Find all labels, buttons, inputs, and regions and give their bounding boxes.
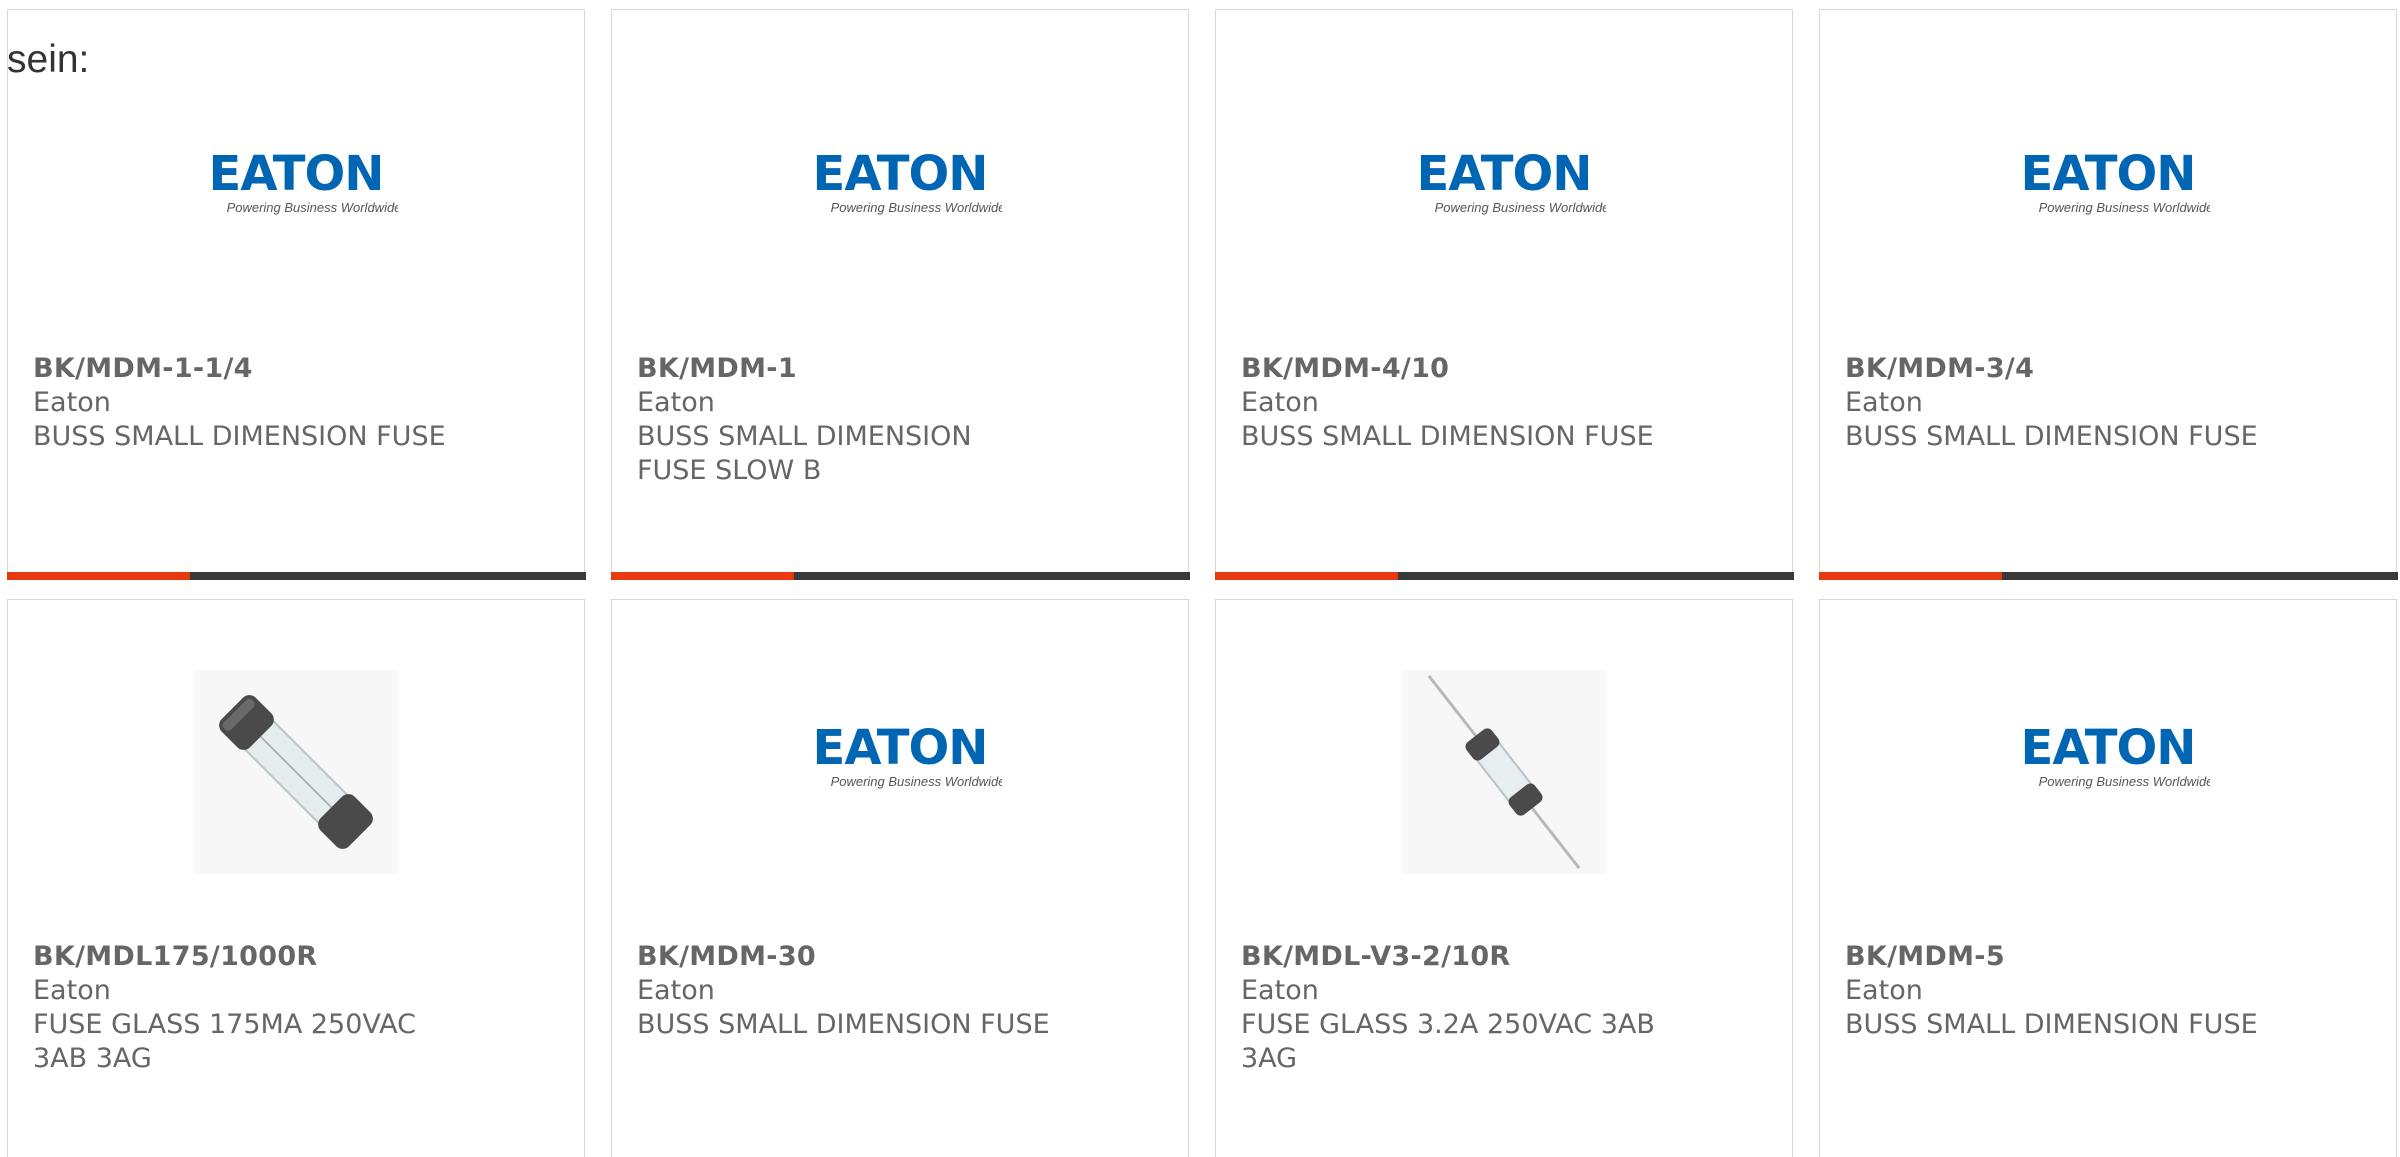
product-info: BK/MDL-V3-2/10R Eaton FUSE GLASS 3.2A 25… xyxy=(1241,940,1671,1076)
eaton-logo-icon: EATON Powering Business Worldwide xyxy=(798,720,1005,792)
product-image: EATON Powering Business Worldwide xyxy=(2006,136,2213,340)
product-image: EATON Powering Business Worldwide xyxy=(194,136,401,340)
svg-text:EATON: EATON xyxy=(2021,726,2196,776)
product-grid-page: sein: EATON Powering Business Worldwide … xyxy=(0,0,2400,1157)
brand: Eaton xyxy=(1845,387,1923,418)
product-card[interactable]: BK/MDL175/1000R Eaton FUSE GLASS 175MA 2… xyxy=(7,599,585,1157)
card-accent xyxy=(1818,571,2002,580)
svg-text:Powering Business Worldwide: Powering Business Worldwide xyxy=(2039,200,2210,215)
brand: Eaton xyxy=(33,387,111,418)
axial-glass-fuse-icon xyxy=(1402,670,1606,874)
product-image xyxy=(1402,670,1606,874)
description: BUSS SMALL DIMENSION FUSE xyxy=(1845,1009,2258,1040)
part-number[interactable]: BK/MDM-4/10 xyxy=(1241,352,1654,386)
svg-text:EATON: EATON xyxy=(813,726,988,776)
description: FUSE GLASS 175MA 250VAC 3AB 3AG xyxy=(33,1009,416,1074)
part-number[interactable]: BK/MDM-30 xyxy=(637,940,1050,974)
product-info: BK/MDM-4/10 Eaton BUSS SMALL DIMENSION F… xyxy=(1241,352,1654,454)
product-image: EATON Powering Business Worldwide xyxy=(2006,670,2213,874)
svg-text:Powering Business Worldwide: Powering Business Worldwide xyxy=(1435,200,1606,215)
part-number[interactable]: BK/MDM-1 xyxy=(637,352,1037,386)
eaton-logo-icon: EATON Powering Business Worldwide xyxy=(194,146,401,218)
product-image xyxy=(194,670,398,874)
svg-text:Powering Business Worldwide: Powering Business Worldwide xyxy=(831,200,1002,215)
product-info: BK/MDM-1 Eaton BUSS SMALL DIMENSION FUSE… xyxy=(637,352,1037,488)
product-card[interactable]: EATON Powering Business Worldwide BK/MDM… xyxy=(610,9,1190,580)
svg-text:Powering Business Worldwide: Powering Business Worldwide xyxy=(831,774,1002,789)
svg-text:Powering Business Worldwide: Powering Business Worldwide xyxy=(227,200,398,215)
svg-text:EATON: EATON xyxy=(209,152,384,202)
product-image: EATON Powering Business Worldwide xyxy=(798,670,1005,874)
svg-text:EATON: EATON xyxy=(813,152,988,202)
svg-text:EATON: EATON xyxy=(2021,152,2196,202)
part-number[interactable]: BK/MDM-3/4 xyxy=(1845,352,2258,386)
svg-text:EATON: EATON xyxy=(1417,152,1592,202)
card-accent xyxy=(1214,571,1398,580)
eaton-logo-icon: EATON Powering Business Worldwide xyxy=(2006,720,2213,792)
brand: Eaton xyxy=(1241,975,1319,1006)
product-card[interactable]: EATON Powering Business Worldwide BK/MDM… xyxy=(6,9,586,580)
product-info: BK/MDM-1-1/4 Eaton BUSS SMALL DIMENSION … xyxy=(33,352,446,454)
brand: Eaton xyxy=(637,975,715,1006)
description: BUSS SMALL DIMENSION FUSE SLOW B xyxy=(637,421,972,486)
brand: Eaton xyxy=(33,975,111,1006)
product-info: BK/MDM-5 Eaton BUSS SMALL DIMENSION FUSE xyxy=(1845,940,2258,1042)
product-card[interactable]: EATON Powering Business Worldwide BK/MDM… xyxy=(1818,9,2398,580)
svg-text:Powering Business Worldwide: Powering Business Worldwide xyxy=(2039,774,2210,789)
product-card[interactable]: BK/MDL-V3-2/10R Eaton FUSE GLASS 3.2A 25… xyxy=(1215,599,1793,1157)
description: BUSS SMALL DIMENSION FUSE xyxy=(1845,421,2258,452)
card-footer-bar xyxy=(6,571,586,580)
eaton-logo-icon: EATON Powering Business Worldwide xyxy=(1402,146,1609,218)
product-info: BK/MDM-30 Eaton BUSS SMALL DIMENSION FUS… xyxy=(637,940,1050,1042)
eaton-logo-icon: EATON Powering Business Worldwide xyxy=(798,146,1005,218)
description: BUSS SMALL DIMENSION FUSE xyxy=(637,1009,1050,1040)
part-number[interactable]: BK/MDL175/1000R xyxy=(33,940,463,974)
part-number[interactable]: BK/MDL-V3-2/10R xyxy=(1241,940,1671,974)
card-footer-bar xyxy=(1214,571,1794,580)
product-info: BK/MDM-3/4 Eaton BUSS SMALL DIMENSION FU… xyxy=(1845,352,2258,454)
description: BUSS SMALL DIMENSION FUSE xyxy=(1241,421,1654,452)
product-image: EATON Powering Business Worldwide xyxy=(1402,136,1609,340)
brand: Eaton xyxy=(637,387,715,418)
eaton-logo-icon: EATON Powering Business Worldwide xyxy=(2006,146,2213,218)
product-card[interactable]: EATON Powering Business Worldwide BK/MDM… xyxy=(1819,599,2397,1157)
card-footer-bar xyxy=(1818,571,2398,580)
intro-text: sein: xyxy=(7,38,90,81)
card-accent xyxy=(6,571,190,580)
product-info: BK/MDL175/1000R Eaton FUSE GLASS 175MA 2… xyxy=(33,940,463,1076)
product-card[interactable]: EATON Powering Business Worldwide BK/MDM… xyxy=(1214,9,1794,580)
brand: Eaton xyxy=(1845,975,1923,1006)
card-accent xyxy=(610,571,794,580)
product-card[interactable]: EATON Powering Business Worldwide BK/MDM… xyxy=(611,599,1189,1157)
description: BUSS SMALL DIMENSION FUSE xyxy=(33,421,446,452)
product-image: EATON Powering Business Worldwide xyxy=(798,136,1005,340)
card-footer-bar xyxy=(610,571,1190,580)
glass-fuse-icon xyxy=(194,670,398,874)
part-number[interactable]: BK/MDM-1-1/4 xyxy=(33,352,446,386)
description: FUSE GLASS 3.2A 250VAC 3AB 3AG xyxy=(1241,1009,1655,1074)
part-number[interactable]: BK/MDM-5 xyxy=(1845,940,2258,974)
brand: Eaton xyxy=(1241,387,1319,418)
